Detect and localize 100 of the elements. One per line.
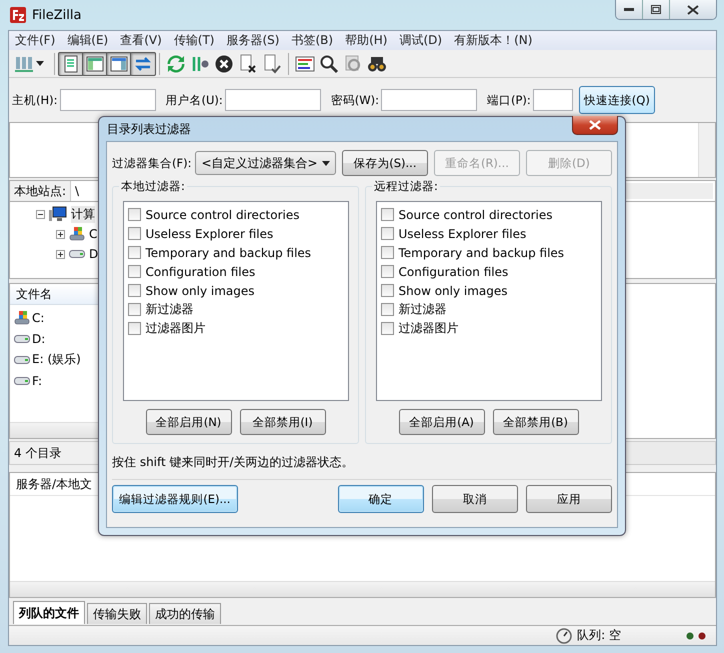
input-field[interactable] <box>60 89 156 111</box>
restore-icon <box>651 5 661 14</box>
file-name[interactable]: F: <box>32 374 42 388</box>
refresh-icon[interactable] <box>166 54 186 74</box>
file-name[interactable]: E: (娱乐) <box>32 351 81 368</box>
menu-item[interactable]: 编辑(E) <box>61 32 114 49</box>
tree-item[interactable]: C <box>89 227 98 241</box>
dialog-button[interactable]: 全部禁用(B) <box>492 409 578 435</box>
document-x-icon[interactable] <box>238 54 258 74</box>
checkbox[interactable] <box>380 265 394 278</box>
tab[interactable]: 传输失败 <box>87 603 147 624</box>
filter-label: Show only images <box>398 284 508 298</box>
close-button[interactable] <box>572 116 618 135</box>
checkbox[interactable] <box>380 246 394 259</box>
quickconnect-button[interactable]: 快速连接(Q) <box>578 86 655 114</box>
filter-label: Show only images <box>146 284 255 298</box>
filter-set-dropdown[interactable]: <自定义过滤器集合> <box>195 151 336 175</box>
menu-item[interactable]: 传输(T) <box>168 32 220 49</box>
close-button[interactable] <box>670 0 716 19</box>
checkbox[interactable] <box>128 208 140 221</box>
checkbox[interactable] <box>380 284 394 297</box>
checkbox[interactable] <box>380 303 394 316</box>
input-field[interactable] <box>380 89 477 111</box>
filter-label: Configuration files <box>146 264 256 278</box>
dialog-button[interactable]: 编辑过滤器规则(E)... <box>112 485 238 513</box>
list-icon[interactable] <box>295 54 315 74</box>
toggle-button[interactable] <box>130 52 156 76</box>
filter-label: Source control directories <box>398 208 552 222</box>
filter-label: 新过滤器 <box>398 301 446 318</box>
menu-item[interactable]: 服务器(S) <box>220 32 286 49</box>
magnifier-icon[interactable] <box>319 54 339 74</box>
tree-item[interactable]: 计算 <box>71 206 95 222</box>
system-drive-icon <box>69 227 85 241</box>
dialog-button[interactable]: 确定 <box>338 485 424 513</box>
group-legend: 本地过滤器: <box>119 179 187 194</box>
dialog-button[interactable]: 应用 <box>526 485 612 513</box>
menu-item[interactable]: 书签(B) <box>285 32 340 49</box>
menu-item[interactable]: 有新版本！(N) <box>448 32 538 49</box>
checkbox[interactable] <box>128 246 140 259</box>
checkbox[interactable] <box>380 322 394 335</box>
checkbox[interactable] <box>380 227 394 240</box>
menu-item[interactable]: 帮助(H) <box>339 32 394 49</box>
expander-icon[interactable] <box>56 250 65 258</box>
app-logo-icon <box>10 7 26 23</box>
minimize-icon <box>624 8 634 12</box>
minimize-button[interactable] <box>616 0 643 19</box>
vertical-scrollbar[interactable] <box>698 123 715 177</box>
menu-item[interactable]: 查看(V) <box>114 32 168 49</box>
computer-icon <box>49 206 67 222</box>
field-label: 端口(P): <box>486 92 531 108</box>
checkbox[interactable] <box>128 265 140 278</box>
tree-item[interactable]: D <box>89 247 98 261</box>
dialog-button[interactable]: 全部启用(N) <box>146 409 232 435</box>
tab[interactable]: 列队的文件 <box>13 601 85 624</box>
expander-icon[interactable] <box>56 230 65 238</box>
caret-icon <box>322 160 330 166</box>
queue-status: 队列: 空 <box>577 627 621 644</box>
caret-icon[interactable] <box>36 61 44 66</box>
toggle-button[interactable] <box>82 52 108 76</box>
toggle-button[interactable] <box>58 52 84 76</box>
file-name[interactable]: C: <box>32 310 44 324</box>
document-check-icon[interactable] <box>262 54 282 74</box>
drive-icon <box>14 376 30 384</box>
system-drive-icon <box>14 310 30 324</box>
menu-item[interactable]: 文件(F) <box>9 32 62 49</box>
input-field[interactable] <box>532 89 573 111</box>
dialog-button[interactable]: 全部禁用(I) <box>240 409 326 435</box>
maximize-button[interactable] <box>643 0 670 19</box>
close-icon <box>687 4 699 14</box>
file-name[interactable]: D: <box>32 332 46 346</box>
input-field[interactable] <box>224 89 321 111</box>
field-label: 主机(H): <box>12 92 58 108</box>
dialog-button[interactable]: 全部启用(A) <box>398 409 484 435</box>
filter-label: 过滤器图片 <box>398 320 458 337</box>
checkbox[interactable] <box>128 227 140 240</box>
local-site-label: 本地站点: <box>10 181 72 201</box>
tab[interactable]: 成功的传输 <box>149 603 221 624</box>
close-icon <box>589 120 601 130</box>
dialog-title: 目录列表过滤器 <box>107 120 191 138</box>
column-header[interactable]: 服务器/本地文 <box>10 476 92 492</box>
dialog-button[interactable]: 保存为(S)... <box>342 150 428 176</box>
activity-lights-icon <box>686 632 708 640</box>
checkbox[interactable] <box>128 303 140 316</box>
expander-icon[interactable] <box>36 210 45 218</box>
menu-item[interactable]: 调试(D) <box>393 32 448 49</box>
filter-label: Source control directories <box>146 208 300 222</box>
speed-gauge-icon <box>556 628 572 644</box>
checkbox[interactable] <box>128 284 140 297</box>
toggle-button[interactable] <box>106 52 132 76</box>
drive-icon <box>14 356 30 364</box>
field-label: 用户名(U): <box>166 92 223 108</box>
dialog-button[interactable]: 取消 <box>432 485 518 513</box>
filter-label: 新过滤器 <box>146 301 194 318</box>
checkbox[interactable] <box>128 322 140 335</box>
close-circle-icon[interactable] <box>214 54 234 74</box>
panel-icon <box>110 54 128 72</box>
checkbox[interactable] <box>380 208 394 221</box>
document-icon <box>62 54 80 72</box>
window-title: FileZilla <box>32 8 82 22</box>
horizontal-scrollbar[interactable] <box>10 581 715 597</box>
